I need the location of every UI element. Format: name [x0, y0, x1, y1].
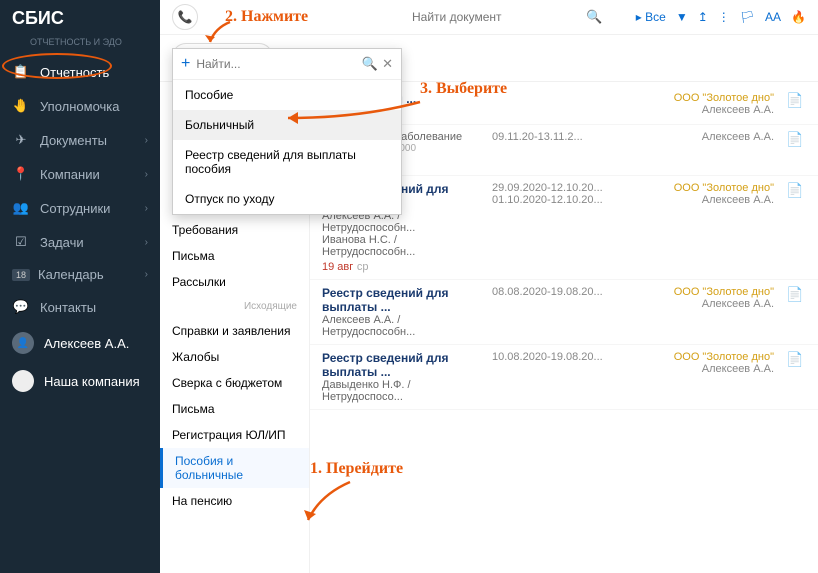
avatar: 👤: [12, 332, 34, 354]
nav-sep-out: Исходящие: [160, 295, 309, 318]
company-name: Наша компания: [44, 374, 140, 389]
phone-icon[interactable]: 📞: [172, 4, 198, 30]
sidebar-item-docs[interactable]: ✈ Документы ›: [0, 123, 160, 157]
nav-recon[interactable]: Сверка с бюджетом: [160, 370, 309, 396]
sidebar-item-calendar[interactable]: 18 Календарь ›: [0, 259, 160, 290]
popup-search-input[interactable]: [196, 57, 362, 71]
doc-sub2: Иванова Н.С. / Нетрудоспособн...: [322, 234, 480, 258]
upload-icon[interactable]: ↥: [698, 10, 708, 24]
doc-org: ООО "Золотое дно" Алексеев А.А.: [634, 351, 774, 403]
popup-item-hovered[interactable]: Больничный: [173, 110, 401, 140]
sidebar-item-staff[interactable]: 👥 Сотрудники ›: [0, 191, 160, 225]
brand: СБИС: [0, 0, 160, 37]
company-avatar: [12, 370, 34, 392]
doc-type-icon: 📄: [786, 131, 806, 169]
nav-pension[interactable]: На пенсию: [160, 488, 309, 514]
flag-icon[interactable]: 🏳: [740, 10, 755, 24]
popup-item[interactable]: Пособие: [173, 80, 401, 110]
sidebar-item-label: Календарь: [38, 267, 104, 282]
pin-icon: 📍: [12, 165, 30, 183]
nav-ref[interactable]: Справки и заявления: [160, 318, 309, 344]
sidebar-item-label: Сотрудники: [40, 201, 110, 216]
doc-org: ООО "Золотое дно" Алексеев А.А.: [634, 92, 774, 118]
create-popup: + 🔍 ✕ Пособие Больничный Реестр сведений…: [172, 48, 402, 215]
nav-mail[interactable]: Рассылки: [160, 269, 309, 295]
doc-title: Реестр сведений для выплаты ...: [322, 286, 480, 314]
sidebar-item-tasks[interactable]: ☑ Задачи ›: [0, 225, 160, 259]
hand-icon: 🤚: [12, 97, 30, 115]
filter-all[interactable]: ▸ Все: [636, 10, 666, 24]
more-icon[interactable]: ⋮: [718, 10, 730, 24]
clipboard-icon: 📋: [12, 63, 30, 81]
search-input[interactable]: [406, 6, 586, 28]
doc-org: Алексеев А.А.: [634, 131, 774, 169]
sidebar-company[interactable]: Наша компания: [0, 362, 160, 400]
sidebar-user[interactable]: 👤 Алексеев А.А.: [0, 324, 160, 362]
doc-org: ООО "Золотое дно" Алексеев А.А.: [634, 182, 774, 273]
font-icon[interactable]: AA: [765, 10, 781, 24]
popup-plus-icon[interactable]: +: [181, 55, 190, 73]
doc-sub: Давыденко Н.Ф. / Нетрудоспосо...: [322, 379, 480, 403]
chevron-right-icon: ›: [145, 203, 148, 214]
chevron-right-icon: ›: [145, 237, 148, 248]
nav-complaints[interactable]: Жалобы: [160, 344, 309, 370]
send-icon: ✈: [12, 131, 30, 149]
brand-subtitle: ОТЧЕТНОСТЬ И ЭДО: [0, 37, 160, 55]
topbar: 📞 🔍 ▸ Все ▼ ↥ ⋮ 🏳 AA 🔥: [160, 0, 818, 35]
nav-letters-out[interactable]: Письма: [160, 396, 309, 422]
doc-date: 08.08.2020-19.08.20...: [492, 286, 622, 338]
chevron-right-icon: ›: [145, 135, 148, 146]
doc-row[interactable]: Реестр сведений для выплаты ... Алексеев…: [310, 280, 818, 345]
nav-treb[interactable]: Требования: [160, 217, 309, 243]
sidebar-item-label: Документы: [40, 133, 107, 148]
popup-close-icon[interactable]: ✕: [382, 56, 393, 72]
check-icon: ☑: [12, 233, 30, 251]
sidebar-item-reports[interactable]: 📋 Отчетность: [0, 55, 160, 89]
doc-type-icon: 📄: [786, 92, 806, 118]
sidebar-item-contacts[interactable]: 💬 Контакты: [0, 290, 160, 324]
doc-date: 29.09.2020-12.10.20... 01.10.2020-12.10.…: [492, 182, 622, 273]
sidebar-item-auth[interactable]: 🤚 Уполномочка: [0, 89, 160, 123]
sidebar-item-companies[interactable]: 📍 Компании ›: [0, 157, 160, 191]
popup-item[interactable]: Отпуск по уходу: [173, 184, 401, 214]
doc-date: [492, 92, 622, 118]
doc-type-icon: 📄: [786, 286, 806, 338]
people-icon: 👥: [12, 199, 30, 217]
doc-date: 09.11.20-13.11.2...: [492, 131, 622, 169]
nav-benefits[interactable]: Пособия и больничные: [160, 448, 309, 488]
chevron-right-icon: ›: [145, 169, 148, 180]
filter-icon[interactable]: ▼: [676, 10, 688, 24]
popup-item[interactable]: Реестр сведений для выплаты пособия: [173, 140, 401, 184]
popup-search-icon[interactable]: 🔍: [362, 56, 378, 72]
doc-org: ООО "Золотое дно" Алексеев А.А.: [634, 286, 774, 338]
sidebar-item-label: Задачи: [40, 235, 84, 250]
doc-type-icon: 📄: [786, 182, 806, 273]
nav-letters-in[interactable]: Письма: [160, 243, 309, 269]
doc-sub: Алексеев А.А. / Нетрудоспособн...: [322, 314, 480, 338]
doc-row[interactable]: Реестр сведений для выплаты ... Давыденк…: [310, 345, 818, 410]
chevron-right-icon: ›: [145, 269, 148, 280]
sidebar-item-label: Контакты: [40, 300, 96, 315]
chat-icon: 💬: [12, 298, 30, 316]
search-icon[interactable]: 🔍: [586, 9, 602, 25]
doc-title: Реестр сведений для выплаты ...: [322, 351, 480, 379]
nav-reg[interactable]: Регистрация ЮЛ/ИП: [160, 422, 309, 448]
sidebar-item-label: Компании: [40, 167, 100, 182]
doc-date: 10.08.2020-19.08.20...: [492, 351, 622, 403]
sidebar-item-label: Уполномочка: [40, 99, 120, 114]
doc-date-red: 19 авг: [322, 261, 353, 273]
user-name: Алексеев А.А.: [44, 336, 129, 351]
fire-icon[interactable]: 🔥: [791, 10, 806, 24]
calendar-badge: 18: [12, 269, 30, 281]
popup-search-row: + 🔍 ✕: [173, 49, 401, 80]
sidebar: СБИС ОТЧЕТНОСТЬ И ЭДО 📋 Отчетность 🤚 Упо…: [0, 0, 160, 573]
sidebar-item-label: Отчетность: [40, 65, 109, 80]
doc-type-icon: 📄: [786, 351, 806, 403]
